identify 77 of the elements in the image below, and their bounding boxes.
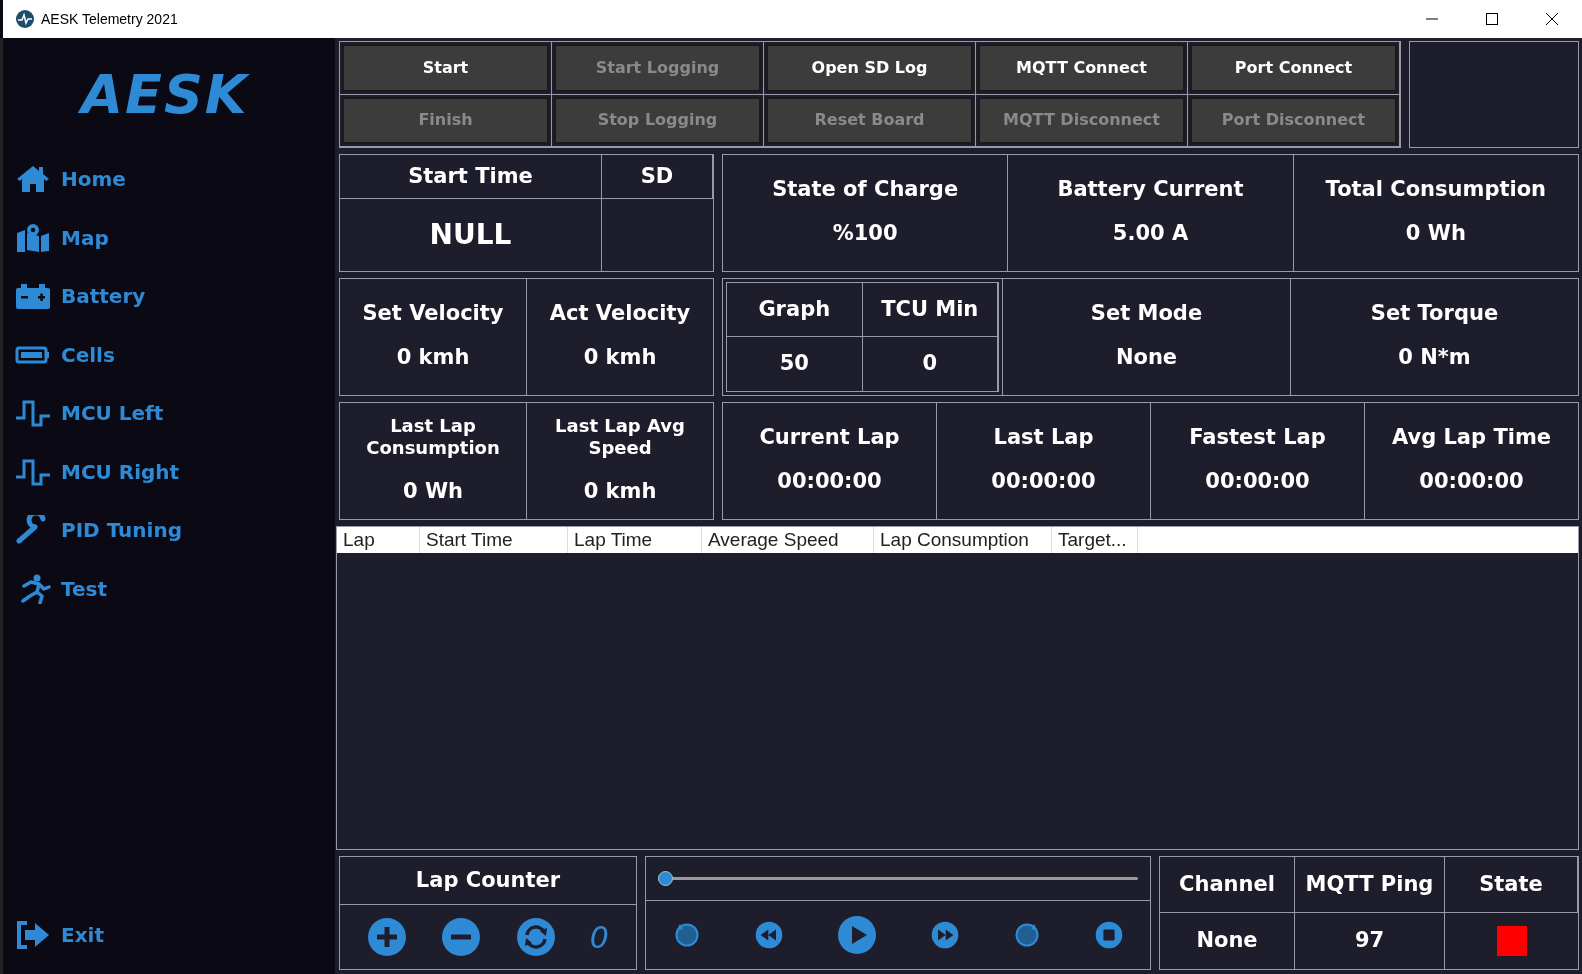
panel-value: %100 — [832, 220, 898, 248]
panel-label: Avg Lap Time — [1391, 424, 1552, 451]
battery-icon — [15, 281, 51, 312]
nav-item[interactable]: PID Tuning — [15, 501, 335, 560]
nav-item[interactable]: MCU Right — [15, 442, 335, 501]
home-icon — [15, 164, 51, 195]
panel-value: 00:00:00 — [1419, 468, 1524, 496]
app-icon — [15, 9, 35, 29]
panel-value: 5.00 A — [1112, 220, 1189, 248]
maximize-icon[interactable] — [1486, 13, 1498, 25]
panel-label: SD — [602, 155, 713, 199]
nav-item[interactable]: MCU Left — [15, 384, 335, 443]
column-header[interactable]: Lap — [337, 527, 420, 553]
panel-value: None — [1160, 913, 1295, 969]
panel-label: Graph — [727, 283, 863, 337]
lap-count: 0 — [589, 918, 609, 957]
fast-forward-icon[interactable] — [931, 921, 959, 949]
panel-value: 50 — [727, 337, 863, 391]
panel-value: 0 kmh — [583, 477, 657, 505]
slider-track[interactable] — [658, 871, 1138, 886]
panel-label: MQTT Ping — [1295, 857, 1445, 913]
column-header[interactable]: Start Time — [420, 527, 568, 553]
column-header[interactable]: Average Speed — [702, 527, 874, 553]
panel-label: TCU Min — [862, 283, 998, 337]
exit-item[interactable]: Exit — [15, 900, 335, 970]
panel-label: Battery Current — [1057, 176, 1244, 203]
panel-value: 0 — [862, 337, 998, 391]
panel-label: Act Velocity — [549, 300, 691, 327]
panel-value: 97 — [1295, 913, 1445, 969]
panel-value: 0 Wh — [402, 477, 463, 505]
column-header[interactable]: Lap Time — [568, 527, 702, 553]
panel-label: Fastest Lap — [1189, 424, 1326, 451]
panel-label: Set Torque — [1370, 300, 1499, 327]
panel-value: NULL — [340, 199, 602, 271]
nav-item[interactable]: Home — [15, 150, 335, 209]
window-title: AESK Telemetry 2021 — [41, 9, 178, 29]
rewind-icon[interactable] — [755, 921, 783, 949]
close-icon[interactable] — [1546, 13, 1558, 25]
action-button[interactable]: Port Connect — [1190, 44, 1397, 92]
panel-value: None — [1115, 344, 1178, 372]
action-button[interactable]: Open SD Log — [766, 44, 973, 92]
stop-icon[interactable] — [1095, 921, 1123, 949]
nav-item[interactable]: Battery — [15, 267, 335, 326]
play-icon[interactable] — [837, 915, 877, 955]
column-header[interactable]: Target... — [1052, 527, 1138, 553]
nav-item[interactable]: Map — [15, 208, 335, 267]
panel-value: 0 kmh — [583, 344, 657, 372]
panel-label: State — [1445, 857, 1578, 913]
panel-value: 0 Wh — [1405, 220, 1466, 248]
panel-value: 00:00:00 — [777, 468, 882, 496]
exit-icon — [15, 920, 51, 950]
refresh-icon[interactable] — [515, 917, 556, 957]
panel-label: Total Consumption — [1325, 176, 1547, 203]
plus-icon[interactable] — [367, 917, 408, 957]
panel-label: Last Lap Consumption — [365, 414, 501, 460]
panel-label: Channel — [1160, 857, 1295, 913]
panel-label: Start Time — [340, 155, 602, 199]
panel-label: Set Velocity — [362, 300, 504, 327]
map-icon — [15, 222, 51, 253]
panel-value: 00:00:00 — [991, 468, 1096, 496]
pulse-icon — [15, 398, 51, 429]
panel-label: Lap Counter — [340, 857, 636, 905]
slider-thumb[interactable] — [658, 871, 673, 886]
nav-item[interactable]: Cells — [15, 325, 335, 384]
action-button[interactable]: Start — [342, 44, 549, 92]
minus-icon[interactable] — [441, 917, 482, 957]
panel-label: State of Charge — [772, 176, 959, 203]
panel-label: Current Lap — [759, 424, 900, 451]
panel-label: Last Lap — [993, 424, 1094, 451]
nav-item[interactable]: Test — [15, 559, 335, 618]
panel-label: Last Lap Avg Speed — [554, 414, 686, 460]
action-button[interactable]: MQTT Connect — [978, 44, 1185, 92]
panel-value: 00:00:00 — [1205, 468, 1310, 496]
panel-label: Set Mode — [1090, 300, 1203, 327]
panel-value: 0 kmh — [396, 344, 470, 372]
panel-value: 0 N*m — [1398, 344, 1471, 372]
column-header[interactable]: Lap Consumption — [874, 527, 1052, 553]
